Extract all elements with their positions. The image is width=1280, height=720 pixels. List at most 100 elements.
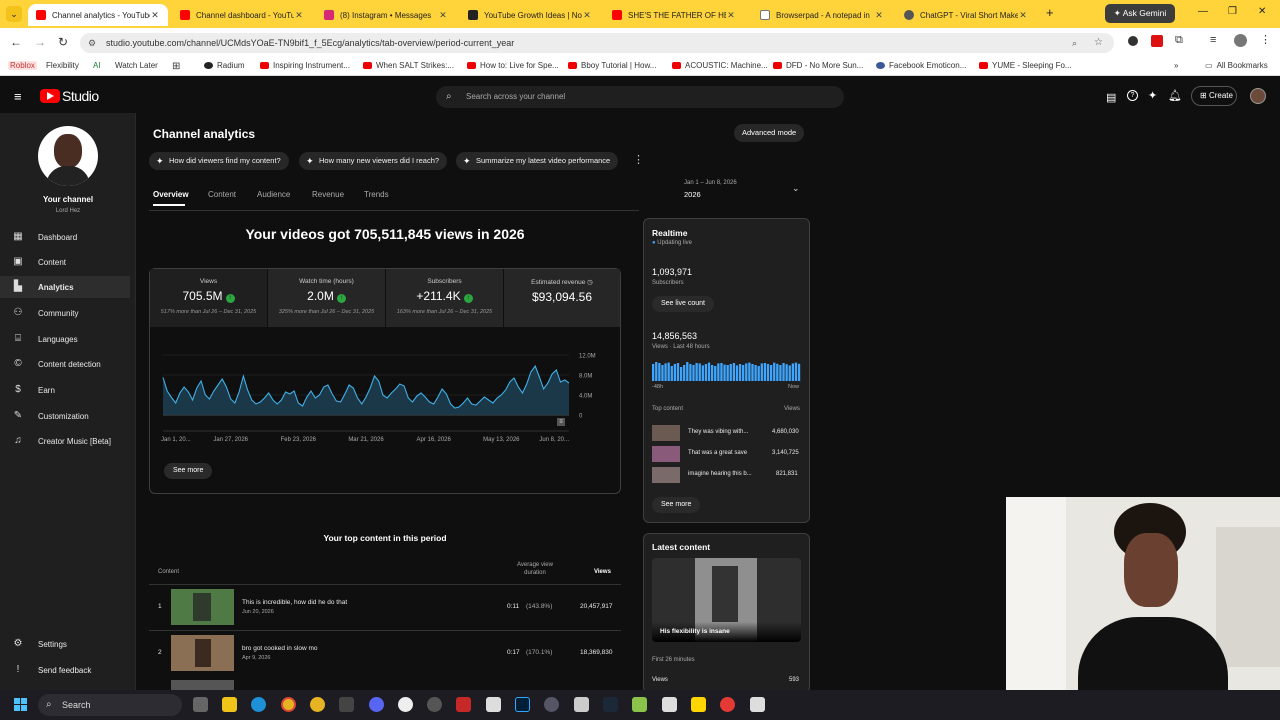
latest-video-thumbnail[interactable]: His flexibility is insane <box>652 558 801 642</box>
extension-icon[interactable] <box>1128 36 1138 46</box>
media-control-icon[interactable]: ≡ <box>1210 34 1216 46</box>
windows-start-icon[interactable] <box>14 698 28 712</box>
bookmark-item[interactable]: YUME - Sleeping Fo... <box>979 61 1072 70</box>
browser-tab-dashboard[interactable]: Channel dashboard - YouTube ✕ <box>172 4 312 26</box>
channel-avatar[interactable] <box>38 126 98 186</box>
table-row[interactable]: 2 bro got cooked in slow mo Apr 9, 2026 … <box>149 632 621 674</box>
minimize-icon[interactable]: — <box>1198 6 1208 17</box>
profile-avatar-icon[interactable] <box>1234 34 1247 47</box>
realtime-top-item[interactable]: That was a great save 3,140,725 <box>652 445 802 463</box>
sidebar-item-customization[interactable]: ✎ Customization <box>0 405 130 427</box>
browser-tab-analytics[interactable]: Channel analytics - YouTube ✕ <box>28 4 168 26</box>
browser-tab-video[interactable]: SHE'S THE FATHER OF HER ✕ <box>604 4 744 26</box>
realtime-top-item[interactable]: imagine hearing this b... 821,831 <box>652 466 802 484</box>
site-info-icon[interactable]: ⚙ <box>88 33 96 53</box>
discord-icon[interactable] <box>369 697 384 712</box>
browser-tab-instagram[interactable]: (8) Instagram • Messages ✕ <box>316 4 456 26</box>
file-explorer-icon[interactable] <box>222 697 237 712</box>
close-tab-icon[interactable]: ✕ <box>438 10 448 21</box>
zoom-icon[interactable]: ⌕ <box>1072 33 1077 53</box>
bookmark-star-icon[interactable]: ☆ <box>1094 33 1103 53</box>
chip-new-viewers[interactable]: How many new viewers did I reach? <box>299 152 448 170</box>
help-icon[interactable]: ? <box>1127 90 1138 101</box>
sticky-notes-icon[interactable] <box>691 697 706 712</box>
gemini-sparkle-icon[interactable]: ✦ <box>1148 89 1157 102</box>
photoshop-icon[interactable] <box>515 697 530 712</box>
capcut-icon[interactable] <box>750 697 765 712</box>
app-icon[interactable] <box>427 697 442 712</box>
new-tab-button[interactable]: + <box>1046 5 1054 20</box>
tab-overview[interactable]: Overview <box>153 190 189 199</box>
more-options-icon[interactable]: ⋮ <box>633 153 644 166</box>
column-header-views[interactable]: Views <box>594 569 611 575</box>
reload-icon[interactable]: ↻ <box>58 35 68 49</box>
see-more-realtime-button[interactable]: See more <box>652 497 701 513</box>
sidebar-item-settings[interactable]: ⚙ Settings <box>0 633 130 655</box>
back-arrow-icon[interactable]: ← <box>10 35 22 49</box>
metric-subscribers[interactable]: Subscribers +211.4K ↑ 163% more than Jul … <box>386 269 503 327</box>
all-bookmarks-button[interactable]: ▭ All Bookmarks <box>1205 61 1268 70</box>
see-live-count-button[interactable]: See live count <box>652 296 714 312</box>
restore-icon[interactable]: ❐ <box>1228 6 1237 17</box>
tab-audience[interactable]: Audience <box>257 190 290 199</box>
app-icon[interactable] <box>720 697 735 712</box>
task-view-icon[interactable] <box>193 697 208 712</box>
tab-revenue[interactable]: Revenue <box>312 190 344 199</box>
metric-views[interactable]: Views 705.5M ↑ 517% more than Jul 26 – De… <box>150 269 267 327</box>
table-row[interactable]: 1 This is incredible, how did he do that… <box>149 586 621 628</box>
chart-expand-icon[interactable]: ≡ <box>557 418 565 426</box>
app-icon[interactable] <box>632 697 647 712</box>
tab-content[interactable]: Content <box>208 190 236 199</box>
date-range-picker[interactable]: Jan 1 – Jun 8, 2026 2026 ⌄ <box>680 178 806 202</box>
youtube-logo-icon[interactable] <box>40 89 60 103</box>
chip-summarize[interactable]: Summarize my latest video performance <box>456 152 619 170</box>
metric-watch-time[interactable]: Watch time (hours) 2.0M ↑ 325% more than … <box>268 269 385 327</box>
sidebar-item-content[interactable]: ▣ Content <box>0 251 130 273</box>
realtime-top-item[interactable]: They was vibing with... 4,680,030 <box>652 424 802 442</box>
sidebar-item-creator-music[interactable]: ♫ Creator Music [Beta] <box>0 430 130 452</box>
notifications-bell-icon[interactable]: 🔔︎ <box>1168 89 1182 102</box>
sidebar-item-feedback[interactable]: ! Send feedback <box>0 659 130 681</box>
sidebar-item-analytics[interactable]: ▙ Analytics <box>0 276 130 298</box>
close-window-icon[interactable]: ✕ <box>1258 6 1266 17</box>
bookmark-item[interactable]: AI <box>93 61 101 70</box>
close-tab-icon[interactable]: ✕ <box>294 10 304 21</box>
create-button[interactable]: ⊞ Create <box>1191 86 1237 106</box>
ask-gemini-button[interactable]: ✦ Ask Gemini <box>1105 4 1175 23</box>
app-icon[interactable] <box>339 697 354 712</box>
sidebar-item-earn[interactable]: $ Earn <box>0 379 130 401</box>
forward-arrow-icon[interactable]: → <box>34 35 46 49</box>
sidebar-item-content-detection[interactable]: © Content detection <box>0 353 130 375</box>
bookmark-item[interactable]: ACOUSTIC: Machine... <box>672 61 768 70</box>
bookmark-item[interactable]: Watch Later <box>115 61 158 70</box>
bookmark-item[interactable]: How to: Live for Spe... <box>467 61 559 70</box>
close-tab-icon[interactable]: ✕ <box>726 10 736 21</box>
steam-icon[interactable] <box>603 697 618 712</box>
extensions-puzzle-icon[interactable]: ⧉ <box>1175 34 1183 47</box>
bookmark-item[interactable]: Radium <box>204 61 245 70</box>
edge-icon[interactable] <box>251 697 266 712</box>
apps-grid-icon[interactable]: ⊞ <box>172 61 180 72</box>
close-tab-icon[interactable]: ✕ <box>874 10 884 21</box>
subtitles-icon[interactable]: ▤ <box>1106 91 1116 104</box>
metric-revenue[interactable]: Estimated revenue ◷ $93,094.56 <box>504 269 620 327</box>
hamburger-menu-icon[interactable]: ≡ <box>14 89 22 104</box>
taskbar-search[interactable]: ⌕ Search <box>38 694 182 716</box>
bookmarks-overflow-icon[interactable]: » <box>1174 61 1178 70</box>
close-tab-icon[interactable]: ✕ <box>1018 10 1028 21</box>
chrome-profile-icon[interactable] <box>310 697 325 712</box>
browser-tab-growth[interactable]: YouTube Growth Ideas | No ✕ <box>460 4 600 26</box>
notepad-icon[interactable] <box>574 697 589 712</box>
bookmark-item[interactable]: Bboy Tutorial | How... <box>568 61 656 70</box>
app-icon[interactable] <box>544 697 559 712</box>
advanced-mode-button[interactable]: Advanced mode <box>734 124 805 142</box>
sidebar-item-languages[interactable]: ⌸ Languages <box>0 328 130 350</box>
close-tab-icon[interactable]: ✕ <box>582 10 592 21</box>
chrome-menu-icon[interactable]: ⋮ <box>1260 33 1271 46</box>
account-avatar[interactable] <box>1250 88 1266 104</box>
channel-search-input[interactable]: ⌕ Search across your channel <box>436 86 844 108</box>
column-header-avg-duration[interactable]: Average view duration <box>507 561 563 577</box>
extension-icon[interactable] <box>1151 35 1163 47</box>
bookmark-item[interactable]: Roblox <box>8 61 37 70</box>
browser-tab-chatgpt[interactable]: ChatGPT - Viral Short Make ✕ <box>896 4 1036 26</box>
